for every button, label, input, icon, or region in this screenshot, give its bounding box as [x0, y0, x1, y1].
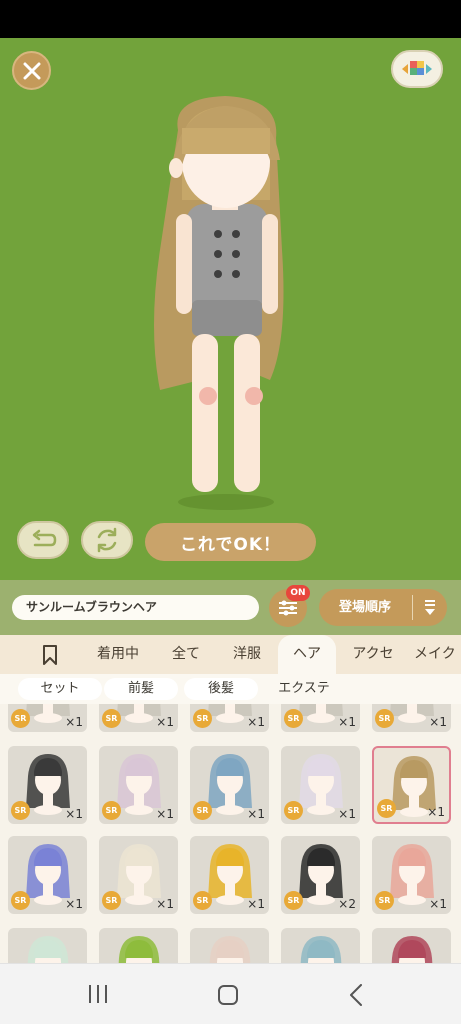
rarity-badge: SR [284, 801, 303, 820]
color-palette-icon [402, 61, 432, 75]
item-count: ×1 [429, 897, 447, 911]
back-icon[interactable] [349, 984, 363, 1006]
selected-item-name: サンルームブラウンヘア [12, 595, 259, 620]
filter-on-badge: ON [286, 585, 310, 601]
hair-item-card[interactable]: SR [99, 928, 178, 963]
undo-icon [32, 529, 57, 547]
filter-bar: サンルームブラウンヘア ON 登場順序 [0, 580, 461, 635]
hair-item-card[interactable]: SR [372, 928, 451, 963]
hair-thumbnail [391, 936, 433, 963]
home-icon[interactable] [217, 984, 239, 1006]
hair-item-card[interactable]: SR ×1 [8, 746, 87, 824]
rarity-badge: SR [193, 891, 212, 910]
recent-apps-icon[interactable] [87, 984, 109, 1004]
item-count: ×1 [247, 897, 265, 911]
close-button[interactable] [12, 51, 51, 90]
tab-wearing[interactable]: 着用中 [86, 635, 150, 674]
hair-item-card[interactable]: SR ×1 [99, 704, 178, 732]
hair-item-card[interactable]: SR [281, 928, 360, 963]
shuffle-button[interactable] [81, 521, 133, 559]
rarity-badge: SR [193, 801, 212, 820]
item-count: ×1 [247, 715, 265, 729]
item-count: ×2 [338, 897, 356, 911]
subtab-set[interactable]: セット [18, 678, 102, 700]
hair-item-card[interactable]: SR ×1 [372, 836, 451, 914]
tab-all[interactable]: 全て [160, 635, 212, 674]
item-count: ×1 [338, 807, 356, 821]
tab-bookmark[interactable] [28, 635, 72, 674]
item-count: ×1 [156, 715, 174, 729]
hair-item-card[interactable]: SR ×1 [281, 704, 360, 732]
undo-button[interactable] [17, 521, 69, 559]
sliders-icon [279, 600, 297, 616]
rarity-badge: SR [375, 709, 394, 728]
sort-divider [412, 595, 413, 620]
item-count: ×1 [65, 715, 83, 729]
confirm-ok-button[interactable]: これでOK！ [145, 523, 316, 561]
rarity-badge: SR [102, 891, 121, 910]
sort-direction-icon [425, 600, 435, 615]
hair-item-card[interactable]: SR ×1 [372, 746, 451, 824]
item-grid: SR ×1 SR ×1 SR ×1 SR ×1 SR ×1 SR ×1 SR ×1 SR ×1 SR ×1 SR ×1… [0, 704, 461, 963]
hair-item-card[interactable]: SR ×1 [190, 836, 269, 914]
hair-item-card[interactable]: SR ×1 [8, 704, 87, 732]
rarity-badge: SR [102, 801, 121, 820]
hair-item-card[interactable]: SR ×1 [281, 746, 360, 824]
item-count: ×1 [429, 715, 447, 729]
avatar-stage: これでOK！ [0, 38, 461, 580]
hair-item-card[interactable]: SR ×1 [190, 704, 269, 732]
hair-item-card[interactable]: SR ×1 [372, 704, 451, 732]
category-tabs: 着用中 全て 洋服 ヘア アクセ メイク [0, 635, 461, 674]
hair-item-card[interactable]: SR ×1 [190, 746, 269, 824]
wardrobe-panel: サンルームブラウンヘア ON 登場順序 着用中 全て 洋服 ヘア アクセ メイク… [0, 580, 461, 963]
hair-item-card[interactable]: SR [8, 928, 87, 963]
shuffle-icon [97, 527, 117, 553]
rarity-badge: SR [375, 891, 394, 910]
hair-thumbnail [300, 936, 342, 963]
sort-order-button[interactable]: 登場順序 [319, 589, 447, 626]
item-count: ×1 [247, 807, 265, 821]
hair-item-card[interactable]: SR ×2 [281, 836, 360, 914]
item-count: ×1 [427, 805, 445, 819]
status-bar [0, 0, 461, 38]
bookmark-icon [43, 645, 57, 665]
action-row: これでOK！ [0, 521, 461, 565]
hair-thumbnail [209, 936, 251, 963]
rarity-badge: SR [284, 891, 303, 910]
rarity-badge: SR [11, 709, 30, 728]
hair-subtabs: セット 前髪 後髪 エクステ [0, 674, 461, 704]
item-count: ×1 [338, 715, 356, 729]
hair-item-card[interactable]: SR ×1 [99, 746, 178, 824]
tab-accessories[interactable]: アクセ [340, 635, 406, 674]
subtab-bangs[interactable]: 前髪 [104, 678, 178, 700]
subtab-back-hair[interactable]: 後髪 [184, 678, 258, 700]
rarity-badge: SR [11, 801, 30, 820]
rarity-badge: SR [102, 709, 121, 728]
rarity-badge: SR [377, 799, 396, 818]
tab-clothes[interactable]: 洋服 [220, 635, 274, 674]
hair-item-card[interactable]: SR ×1 [8, 836, 87, 914]
tab-hair[interactable]: ヘア [278, 635, 336, 674]
tab-makeup[interactable]: メイク [414, 635, 461, 674]
item-count: ×1 [156, 897, 174, 911]
item-count: ×1 [156, 807, 174, 821]
hair-thumbnail [27, 936, 69, 963]
palette-button[interactable] [391, 50, 443, 88]
sort-label: 登場順序 [339, 600, 392, 615]
close-icon [23, 62, 40, 79]
system-nav-bar [0, 963, 461, 1024]
rarity-badge: SR [284, 709, 303, 728]
hair-item-card[interactable]: SR ×1 [99, 836, 178, 914]
avatar-figure [154, 96, 284, 510]
hair-thumbnail [118, 936, 160, 963]
hair-item-card[interactable]: SR [190, 928, 269, 963]
subtab-extensions[interactable]: エクステ [264, 678, 344, 700]
item-count: ×1 [65, 807, 83, 821]
rarity-badge: SR [11, 891, 30, 910]
rarity-badge: SR [193, 709, 212, 728]
item-count: ×1 [65, 897, 83, 911]
